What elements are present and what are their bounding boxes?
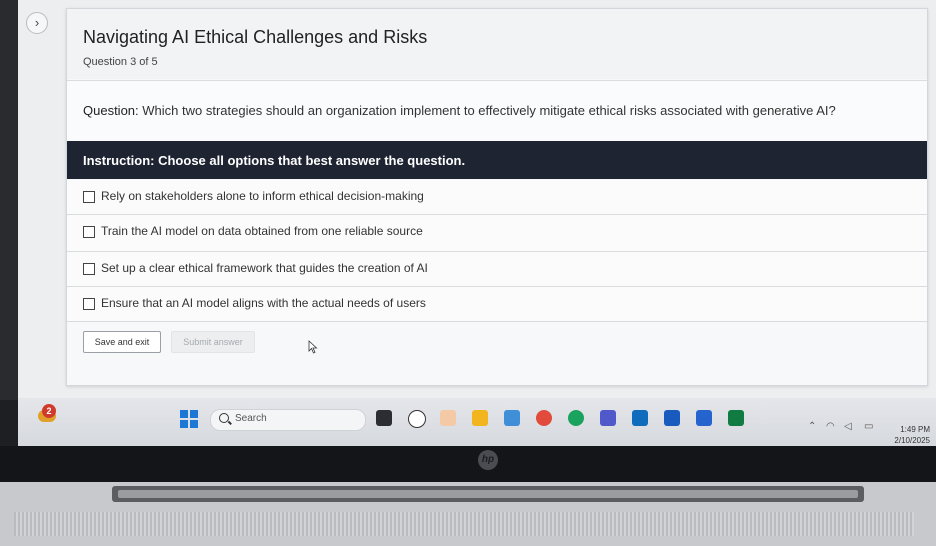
quiz-card: Navigating AI Ethical Challenges and Ris…	[66, 8, 928, 386]
action-bar: Save and exit Submit answer	[67, 321, 927, 383]
volume-icon[interactable]: ◁	[844, 421, 852, 432]
instruction-bar: Instruction: Choose all options that bes…	[67, 141, 927, 179]
page-title: Navigating AI Ethical Challenges and Ris…	[83, 27, 428, 47]
outlook-icon[interactable]	[632, 410, 648, 426]
bezel-left	[0, 0, 18, 400]
chrome-icon[interactable]	[536, 410, 552, 426]
search-placeholder: Search	[235, 413, 267, 424]
quiz-header: Navigating AI Ethical Challenges and Ris…	[67, 9, 927, 79]
mouse-pointer-icon	[308, 340, 318, 354]
taskbar-clock[interactable]: 1:49 PM 2/10/2025	[894, 424, 930, 446]
submit-answer-button[interactable]: Submit answer	[171, 331, 255, 353]
option-label: Set up a clear ethical framework that gu…	[101, 261, 428, 275]
task-view-icon[interactable]	[376, 410, 392, 426]
copilot-icon[interactable]	[408, 410, 426, 428]
checkbox[interactable]	[83, 226, 95, 238]
hinge-highlight	[118, 490, 858, 498]
snipping-tool-icon[interactable]	[440, 410, 456, 426]
question-progress: Question 3 of 5	[83, 56, 158, 68]
question-body: Which two strategies should an organizat…	[142, 103, 836, 118]
option-2[interactable]: Train the AI model on data obtained from…	[67, 215, 927, 252]
clock-time: 1:49 PM	[900, 425, 930, 434]
question-area: Question: Which two strategies should an…	[67, 80, 927, 141]
excel-icon[interactable]	[728, 410, 744, 426]
search-icon	[219, 413, 229, 423]
question-label: Question:	[83, 103, 139, 118]
save-and-exit-button[interactable]: Save and exit	[83, 331, 161, 353]
screen: › Navigating AI Ethical Challenges and R…	[18, 0, 936, 398]
speaker-grille	[14, 512, 914, 536]
question-text: Question: Which two strategies should an…	[83, 103, 836, 118]
checkbox[interactable]	[83, 298, 95, 310]
edge-icon[interactable]	[568, 410, 584, 426]
laptop-bezel-bottom	[0, 446, 936, 482]
checkbox[interactable]	[83, 263, 95, 275]
battery-icon[interactable]: ▭	[864, 421, 873, 432]
clock-date: 2/10/2025	[894, 436, 930, 445]
show-hidden-icons-icon[interactable]: ⌃	[808, 421, 816, 432]
option-1[interactable]: Rely on stakeholders alone to inform eth…	[67, 180, 927, 215]
word-icon[interactable]	[664, 410, 680, 426]
checkbox[interactable]	[83, 191, 95, 203]
taskbar: 2 Search ⌃ ◠ ◁ ▭ 1:49 PM 2/10/2025	[18, 398, 936, 446]
teams-icon[interactable]	[600, 410, 616, 426]
notepad-icon[interactable]	[504, 410, 520, 426]
file-explorer-icon[interactable]	[472, 410, 488, 426]
instruction-text: Instruction: Choose all options that bes…	[83, 153, 466, 168]
option-label: Ensure that an AI model aligns with the …	[101, 296, 426, 310]
tasks-icon[interactable]	[696, 410, 712, 426]
expand-sidebar-button[interactable]: ›	[26, 12, 48, 34]
option-4[interactable]: Ensure that an AI model aligns with the …	[67, 287, 927, 322]
wifi-icon[interactable]: ◠	[826, 421, 835, 432]
hp-logo: hp	[478, 450, 498, 470]
notification-badge: 2	[42, 404, 56, 418]
option-label: Train the AI model on data obtained from…	[101, 224, 423, 238]
option-label: Rely on stakeholders alone to inform eth…	[101, 189, 424, 203]
start-icon[interactable]	[180, 410, 198, 428]
taskbar-search-input[interactable]: Search	[210, 409, 366, 431]
option-3[interactable]: Set up a clear ethical framework that gu…	[67, 252, 927, 287]
